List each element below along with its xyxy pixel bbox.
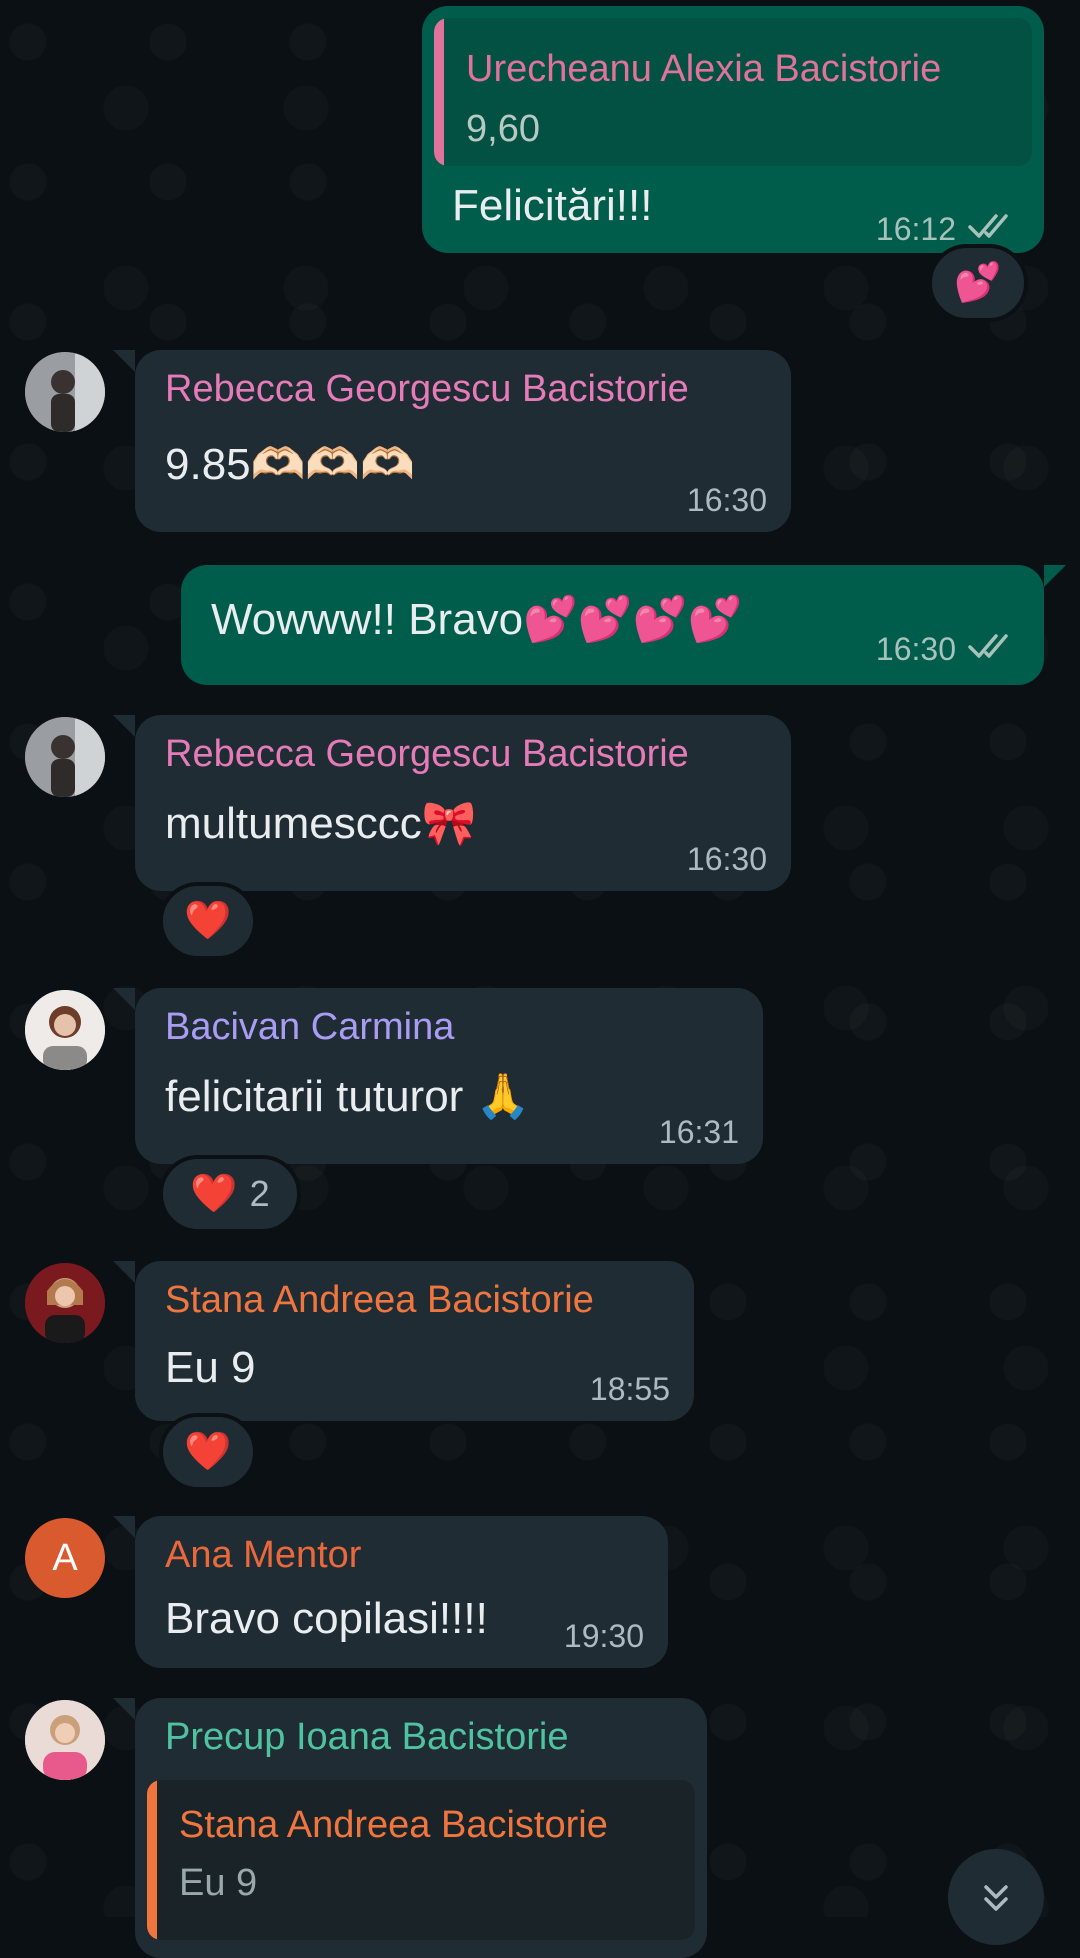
avatar-photo: [25, 717, 105, 797]
bubble-tail: [113, 1516, 135, 1538]
message-outgoing[interactable]: Wowww!! Bravo💕💕💕💕 16:30: [181, 565, 1066, 685]
message-incoming[interactable]: Rebecca Georgescu Bacistorie multumesccc…: [113, 715, 791, 891]
avatar[interactable]: [25, 717, 105, 797]
quoted-text: Eu 9: [179, 1862, 258, 1904]
message-time: 16:12: [875, 211, 956, 247]
message-text: Eu 9: [165, 1343, 256, 1392]
avatar[interactable]: A: [25, 1518, 105, 1598]
quoted-sender-name: Urecheanu Alexia Bacistorie: [466, 48, 942, 90]
scroll-to-bottom-button[interactable]: [948, 1849, 1044, 1945]
double-check-icon: [968, 214, 1008, 238]
message-text: Wowww!! Bravo💕💕💕💕: [211, 595, 743, 644]
bubble-tail: [113, 988, 135, 1010]
message-text: felicitarii tuturor 🙏: [165, 1072, 531, 1121]
message-text: multumesccc🎀: [165, 799, 477, 848]
message-outgoing[interactable]: Urecheanu Alexia Bacistorie 9,60 Felicit…: [422, 6, 1044, 253]
bubble-tail: [113, 350, 135, 372]
reaction-emoji: ❤️: [184, 1431, 232, 1473]
avatar-letter: A: [52, 1536, 78, 1579]
sender-name[interactable]: Rebecca Georgescu Bacistorie: [165, 368, 689, 411]
bubble-tail: [1044, 565, 1066, 587]
avatar[interactable]: [25, 1263, 105, 1343]
sender-name[interactable]: Rebecca Georgescu Bacistorie: [165, 733, 689, 776]
message-incoming[interactable]: Bacivan Carmina felicitarii tuturor 🙏 16…: [113, 988, 763, 1164]
avatar-photo: [25, 352, 105, 432]
message-incoming[interactable]: Ana Mentor Bravo copilasi!!!! 19:30: [113, 1516, 668, 1668]
quoted-text: 9,60: [466, 108, 540, 150]
sender-name[interactable]: Stana Andreea Bacistorie: [165, 1279, 594, 1322]
message-incoming[interactable]: Stana Andreea Bacistorie Eu 9 18:55: [113, 1261, 694, 1421]
reaction-badge[interactable]: ❤️ 2: [159, 1155, 301, 1233]
message-time: 19:30: [563, 1618, 644, 1654]
message-time: 18:55: [589, 1371, 670, 1407]
message-time: 16:30: [686, 482, 767, 518]
bubble-tail: [113, 1261, 135, 1283]
sender-name[interactable]: Bacivan Carmina: [165, 1006, 454, 1049]
avatar-photo: [25, 1700, 105, 1780]
quote-accent-bar: [434, 18, 444, 166]
bubble-tail: [113, 715, 135, 737]
message-incoming[interactable]: Rebecca Georgescu Bacistorie 9.85🫶🏻🫶🏻🫶🏻 …: [113, 350, 791, 532]
message-time: 16:31: [658, 1114, 739, 1150]
sender-name[interactable]: Precup Ioana Bacistorie: [165, 1716, 568, 1759]
double-chevron-down-icon: [984, 1885, 1008, 1911]
quoted-sender-name: Stana Andreea Bacistorie: [179, 1804, 608, 1846]
reaction-badge[interactable]: ❤️: [159, 882, 257, 960]
message-text: 9.85🫶🏻🫶🏻🫶🏻: [165, 440, 415, 489]
reaction-badge[interactable]: 💕: [928, 244, 1028, 322]
reaction-badge[interactable]: ❤️: [159, 1413, 257, 1491]
double-check-icon: [968, 634, 1008, 658]
avatar[interactable]: [25, 1700, 105, 1780]
bubble-tail: [113, 1698, 135, 1720]
avatar-photo: [25, 1263, 105, 1343]
message-incoming[interactable]: Precup Ioana Bacistorie Stana Andreea Ba…: [113, 1698, 707, 1958]
quote-accent-bar: [147, 1780, 157, 1940]
quoted-message[interactable]: Urecheanu Alexia Bacistorie 9,60: [434, 18, 1032, 166]
reaction-emoji: 💕: [954, 262, 1002, 304]
message-text: Bravo copilasi!!!!: [165, 1594, 488, 1643]
message-time: 16:30: [875, 631, 956, 667]
avatar[interactable]: [25, 352, 105, 432]
sender-name[interactable]: Ana Mentor: [165, 1534, 361, 1577]
reaction-emoji: ❤️: [190, 1173, 238, 1215]
quoted-message[interactable]: Stana Andreea Bacistorie Eu 9: [147, 1780, 695, 1940]
avatar-photo: [25, 990, 105, 1070]
avatar[interactable]: [25, 990, 105, 1070]
reaction-count: 2: [249, 1173, 270, 1214]
reaction-emoji: ❤️: [184, 900, 232, 942]
message-time: 16:30: [686, 841, 767, 877]
message-text: Felicitări!!!: [452, 181, 653, 230]
